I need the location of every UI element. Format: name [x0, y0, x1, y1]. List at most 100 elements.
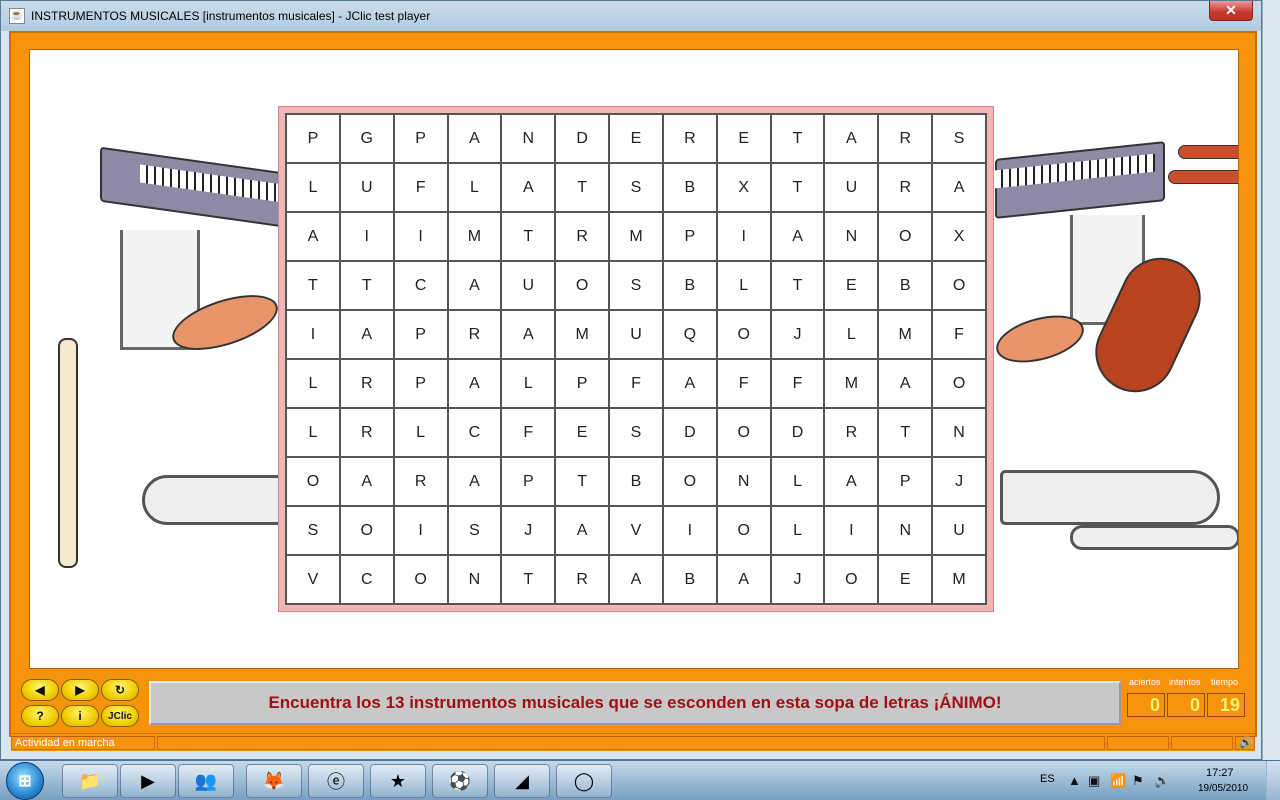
grid-cell[interactable]: A: [447, 261, 502, 310]
grid-cell[interactable]: I: [339, 212, 394, 261]
volume-icon[interactable]: 🔊: [1154, 773, 1170, 789]
grid-cell[interactable]: A: [555, 506, 610, 555]
grid-cell[interactable]: J: [501, 506, 556, 555]
grid-cell[interactable]: A: [339, 310, 394, 359]
grid-cell[interactable]: F: [501, 408, 556, 457]
grid-cell[interactable]: M: [824, 359, 879, 408]
network-signal-icon[interactable]: 📶: [1110, 773, 1126, 789]
grid-cell[interactable]: J: [932, 457, 986, 506]
grid-cell[interactable]: L: [286, 359, 340, 408]
grid-cell[interactable]: T: [878, 408, 933, 457]
grid-cell[interactable]: U: [339, 163, 394, 212]
grid-cell[interactable]: T: [770, 261, 825, 310]
grid-cell[interactable]: O: [932, 359, 986, 408]
grid-cell[interactable]: A: [824, 457, 879, 506]
show-hidden-icons-icon[interactable]: ▲: [1068, 773, 1081, 788]
media-player-taskbar-button[interactable]: ▶: [120, 764, 176, 798]
grid-cell[interactable]: X: [932, 212, 986, 261]
grid-cell[interactable]: D: [662, 408, 717, 457]
grid-cell[interactable]: I: [824, 506, 879, 555]
close-button[interactable]: ✕: [1209, 1, 1253, 21]
grid-cell[interactable]: A: [286, 212, 340, 261]
grid-cell[interactable]: L: [447, 163, 502, 212]
restart-button[interactable]: ↻: [101, 679, 139, 701]
grid-cell[interactable]: R: [339, 359, 394, 408]
grid-cell[interactable]: J: [770, 555, 825, 604]
grid-cell[interactable]: T: [555, 163, 610, 212]
grid-cell[interactable]: T: [339, 261, 394, 310]
grid-cell[interactable]: E: [609, 114, 663, 163]
grid-cell[interactable]: R: [878, 114, 933, 163]
grid-cell[interactable]: P: [662, 212, 717, 261]
grid-cell[interactable]: C: [393, 261, 448, 310]
grid-cell[interactable]: L: [501, 359, 556, 408]
grid-cell[interactable]: T: [501, 212, 556, 261]
start-button[interactable]: ⊞: [6, 762, 44, 800]
grid-cell[interactable]: T: [770, 163, 825, 212]
grid-cell[interactable]: P: [878, 457, 933, 506]
grid-cell[interactable]: E: [878, 555, 933, 604]
grid-cell[interactable]: S: [609, 408, 663, 457]
grid-cell[interactable]: V: [609, 506, 663, 555]
grid-cell[interactable]: C: [339, 555, 394, 604]
jclic-about-button[interactable]: JClic: [101, 705, 139, 727]
grid-cell[interactable]: T: [501, 555, 556, 604]
grid-cell[interactable]: D: [770, 408, 825, 457]
grid-cell[interactable]: A: [447, 114, 502, 163]
grid-cell[interactable]: J: [770, 310, 825, 359]
grid-cell[interactable]: P: [393, 359, 448, 408]
grid-cell[interactable]: L: [286, 408, 340, 457]
grid-cell[interactable]: B: [878, 261, 933, 310]
grid-cell[interactable]: A: [878, 359, 933, 408]
grid-cell[interactable]: U: [501, 261, 556, 310]
grid-cell[interactable]: A: [770, 212, 825, 261]
grid-cell[interactable]: S: [609, 261, 663, 310]
grid-cell[interactable]: O: [339, 506, 394, 555]
grid-cell[interactable]: R: [662, 114, 717, 163]
info-button[interactable]: i: [61, 705, 99, 727]
grid-cell[interactable]: M: [609, 212, 663, 261]
grid-cell[interactable]: M: [932, 555, 986, 604]
grid-cell[interactable]: N: [447, 555, 502, 604]
next-button[interactable]: ▶: [61, 679, 99, 701]
word-search-grid[interactable]: PGPANDERETARSLUFLATSBXTURAAIIMTRMPIANOXT…: [285, 113, 987, 605]
grid-cell[interactable]: S: [447, 506, 502, 555]
grid-cell[interactable]: T: [286, 261, 340, 310]
grid-cell[interactable]: I: [286, 310, 340, 359]
grid-cell[interactable]: P: [393, 114, 448, 163]
grid-cell[interactable]: Q: [662, 310, 717, 359]
grid-cell[interactable]: F: [609, 359, 663, 408]
grid-cell[interactable]: A: [501, 163, 556, 212]
grid-cell[interactable]: R: [447, 310, 502, 359]
grid-cell[interactable]: O: [393, 555, 448, 604]
grid-cell[interactable]: M: [447, 212, 502, 261]
grid-cell[interactable]: N: [501, 114, 556, 163]
grid-cell[interactable]: N: [824, 212, 879, 261]
grid-cell[interactable]: U: [932, 506, 986, 555]
grid-cell[interactable]: P: [555, 359, 610, 408]
grid-cell[interactable]: A: [716, 555, 771, 604]
grid-cell[interactable]: R: [555, 212, 610, 261]
grid-cell[interactable]: R: [393, 457, 448, 506]
grid-cell[interactable]: M: [555, 310, 610, 359]
grid-cell[interactable]: O: [716, 408, 771, 457]
grid-cell[interactable]: M: [878, 310, 933, 359]
messenger-taskbar-button[interactable]: 👥: [178, 764, 234, 798]
grid-cell[interactable]: R: [555, 555, 610, 604]
grid-cell[interactable]: A: [447, 359, 502, 408]
previous-button[interactable]: ◀: [21, 679, 59, 701]
grid-cell[interactable]: R: [339, 408, 394, 457]
grid-cell[interactable]: I: [393, 212, 448, 261]
grid-cell[interactable]: T: [770, 114, 825, 163]
grid-cell[interactable]: A: [501, 310, 556, 359]
grid-cell[interactable]: P: [501, 457, 556, 506]
grid-cell[interactable]: A: [447, 457, 502, 506]
grid-cell[interactable]: E: [716, 114, 771, 163]
grid-cell[interactable]: O: [716, 506, 771, 555]
grid-cell[interactable]: R: [824, 408, 879, 457]
grid-cell[interactable]: A: [609, 555, 663, 604]
grid-cell[interactable]: A: [824, 114, 879, 163]
grid-cell[interactable]: O: [286, 457, 340, 506]
grid-cell[interactable]: L: [824, 310, 879, 359]
grid-cell[interactable]: I: [393, 506, 448, 555]
